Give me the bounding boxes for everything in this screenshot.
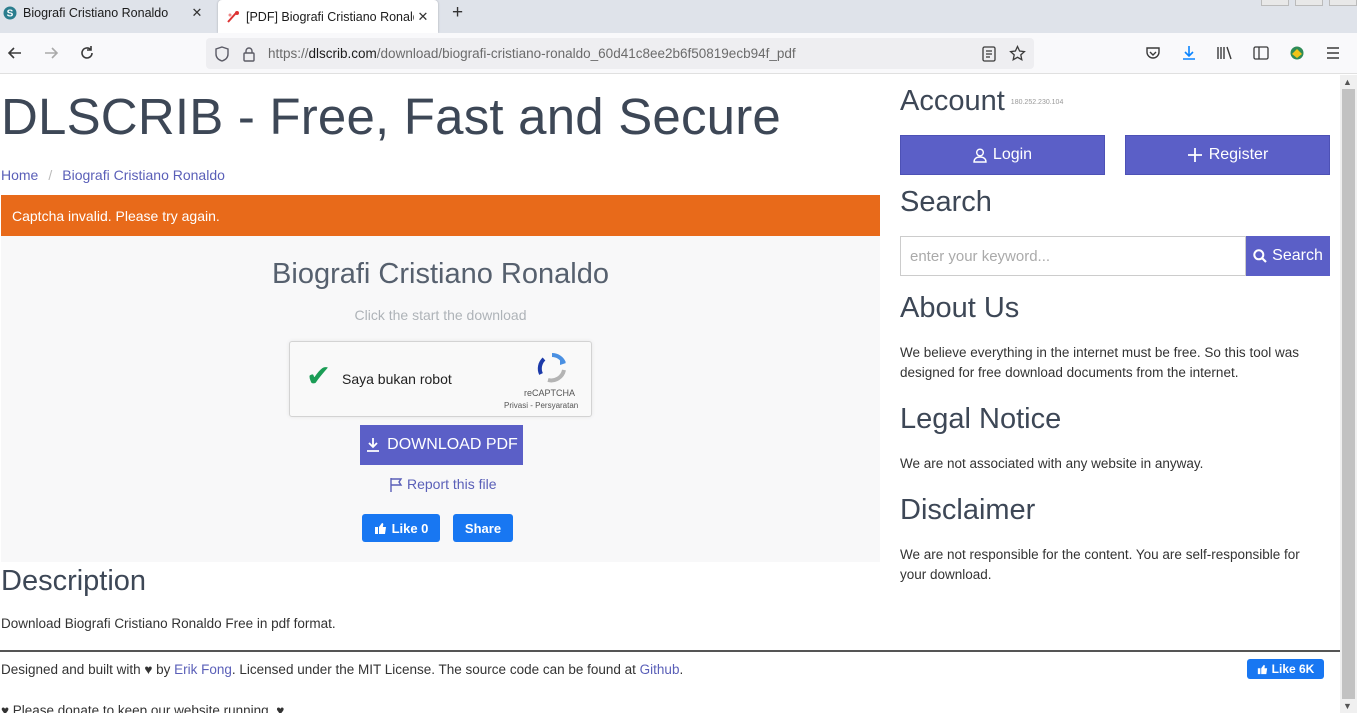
reload-icon[interactable]	[76, 42, 98, 64]
forward-arrow-icon[interactable]	[40, 42, 62, 64]
download-card: Biografi Cristiano Ronaldo Click the sta…	[1, 236, 880, 562]
close-window-icon[interactable]	[1329, 0, 1357, 6]
user-icon	[973, 148, 987, 163]
minimize-icon[interactable]	[1261, 0, 1289, 6]
url-scheme: https://	[268, 46, 309, 61]
legal-text: We are not associated with any website i…	[900, 456, 1204, 471]
tab-title: [PDF] Biografi Cristiano Ronaldo	[246, 9, 414, 24]
thumbs-up-icon	[374, 522, 386, 534]
footer-divider	[0, 650, 1340, 652]
about-text: We believe everything in the internet mu…	[900, 345, 1299, 380]
recaptcha-widget[interactable]: ✔ Saya bukan robot reCAPTCHA Privasi - P…	[289, 341, 592, 417]
author-link[interactable]: Erik Fong	[174, 662, 232, 677]
new-tab-icon[interactable]: +	[452, 2, 463, 24]
back-arrow-icon[interactable]	[4, 42, 26, 64]
download-pdf-label: DOWNLOAD PDF	[387, 436, 518, 453]
legal-heading: Legal Notice	[900, 403, 1062, 435]
menu-hamburger-icon[interactable]	[1322, 42, 1344, 64]
search-icon	[1253, 249, 1267, 263]
description-heading: Description	[1, 565, 147, 597]
flag-icon	[390, 477, 403, 492]
window-controls	[1255, 0, 1357, 6]
register-label: Register	[1208, 146, 1269, 163]
document-title: Biografi Cristiano Ronaldo	[272, 258, 609, 290]
bookmark-star-icon[interactable]	[1009, 45, 1026, 62]
facebook-page-like-label: Like 6K	[1271, 662, 1315, 676]
login-button[interactable]: Login	[900, 135, 1105, 175]
shield-icon[interactable]	[214, 45, 230, 62]
plus-icon	[1187, 148, 1202, 162]
captcha-error-alert: Captcha invalid. Please try again.	[1, 195, 880, 236]
facebook-like-button[interactable]: Like 0	[362, 514, 440, 542]
download-pdf-button[interactable]: DOWNLOAD PDF	[360, 425, 523, 465]
footer-text-post: .	[679, 662, 684, 677]
pocket-icon[interactable]	[1142, 42, 1164, 64]
thumbs-up-icon	[1257, 664, 1267, 674]
breadcrumb-home-link[interactable]: Home	[1, 167, 38, 183]
login-label: Login	[992, 146, 1033, 163]
register-button[interactable]: Register	[1125, 135, 1330, 175]
recaptcha-label: Saya bukan robot	[342, 371, 452, 387]
recaptcha-brand: reCAPTCHA	[524, 388, 576, 398]
browser-nav-bar: https://dlscrib.com/download/biografi-cr…	[0, 33, 1357, 74]
scroll-up-icon[interactable]: ▲	[1343, 77, 1352, 87]
reader-view-icon[interactable]	[982, 45, 996, 62]
url-path: /download/biografi-cristiano-ronaldo_60d…	[376, 46, 796, 61]
close-tab-icon[interactable]: ✕	[188, 5, 206, 21]
maximize-icon[interactable]	[1295, 0, 1323, 6]
downloads-icon[interactable]	[1178, 42, 1200, 64]
github-link[interactable]: Github	[640, 662, 680, 677]
search-button[interactable]: Search	[1246, 236, 1330, 276]
facebook-share-button[interactable]: Share	[453, 514, 513, 542]
scroll-down-icon[interactable]: ▼	[1343, 701, 1352, 711]
scrollbar-thumb[interactable]	[1342, 89, 1355, 699]
page-scrollbar[interactable]: ▲ ▼	[1340, 75, 1357, 713]
url-domain: dlscrib.com	[308, 46, 377, 61]
facebook-page-like-button[interactable]: Like 6K	[1247, 659, 1324, 679]
footer-text-mid: . Licensed under the MIT License. The so…	[231, 662, 640, 677]
download-hint: Click the start the download	[354, 307, 527, 323]
site-brand-title[interactable]: DLSCRIB - Free, Fast and Secure	[1, 87, 781, 146]
description-text: Download Biografi Cristiano Ronaldo Free…	[1, 616, 336, 631]
web-page: DLSCRIB - Free, Fast and Secure Home / B…	[0, 75, 1340, 713]
tab-biografi[interactable]: S Biografi Cristiano Ronaldo ✕	[0, 0, 212, 25]
footer-credits: Designed and built with ♥ by Erik Fong. …	[1, 662, 683, 677]
facebook-like-label: Like 0	[391, 520, 429, 536]
search-button-label: Search	[1272, 247, 1323, 264]
search-input[interactable]	[900, 236, 1246, 276]
tab-pdf[interactable]: [PDF] Biografi Cristiano Ronaldo ✕	[218, 0, 438, 33]
about-heading: About Us	[900, 292, 1020, 324]
donate-notice: ♥ Please donate to keep our website runn…	[1, 703, 285, 713]
footer-text-pre: Designed and built with ♥ by	[1, 662, 175, 677]
recaptcha-logo-icon	[537, 353, 566, 383]
report-file-label: Report this file	[407, 476, 497, 492]
svg-text:S: S	[7, 8, 14, 19]
recaptcha-privacy-terms[interactable]: Privasi - Persyaratan	[504, 401, 578, 410]
disclaimer-heading: Disclaimer	[900, 494, 1036, 526]
checkmark-icon[interactable]: ✔	[306, 362, 331, 392]
library-icon[interactable]	[1214, 42, 1236, 64]
pdf-favicon-icon	[227, 10, 239, 23]
site-favicon-icon: S	[3, 6, 17, 19]
account-heading: Account 180.252.230.104	[900, 85, 1063, 118]
search-form: Search	[900, 236, 1330, 276]
disclaimer-text: We are not responsible for the content. …	[900, 547, 1300, 582]
account-heading-text: Account	[900, 85, 1005, 117]
download-icon	[367, 438, 380, 452]
breadcrumb-current-link[interactable]: Biografi Cristiano Ronaldo	[62, 167, 225, 183]
report-file-link[interactable]: Report this file	[389, 476, 496, 492]
address-bar[interactable]: https://dlscrib.com/download/biografi-cr…	[206, 38, 1034, 69]
close-tab-icon[interactable]: ✕	[414, 9, 432, 25]
url-text[interactable]: https://dlscrib.com/download/biografi-cr…	[268, 46, 796, 61]
ip-address: 180.252.230.104	[1010, 98, 1064, 106]
breadcrumb: Home / Biografi Cristiano Ronaldo	[1, 167, 225, 183]
tab-title: Biografi Cristiano Ronaldo	[23, 5, 169, 20]
browser-tab-bar: S Biografi Cristiano Ronaldo ✕ [PDF] Bio…	[0, 0, 1357, 33]
breadcrumb-separator: /	[48, 167, 53, 183]
search-heading: Search	[900, 186, 992, 218]
extension-icon[interactable]	[1286, 42, 1308, 64]
lock-icon[interactable]	[242, 46, 256, 62]
sidebar-toggle-icon[interactable]	[1250, 42, 1272, 64]
